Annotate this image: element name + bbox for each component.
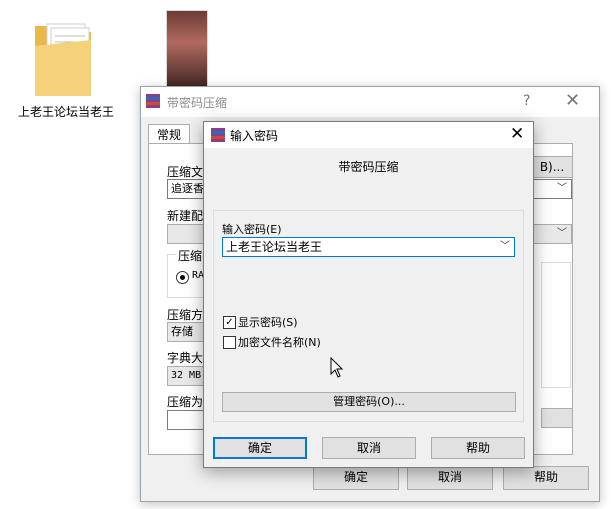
volume-field[interactable] <box>167 410 206 430</box>
archive-name-label: 压缩文 <box>167 165 204 179</box>
archive-window-title: 带密码压缩 <box>167 96 228 110</box>
help-button[interactable]: 帮助 <box>431 437 525 459</box>
encrypt-names-label: 加密文件名称(N) <box>238 336 321 349</box>
folder-label: 上老王论坛当老王 <box>18 105 115 119</box>
show-password-checkbox[interactable]: ✓ <box>223 316 236 329</box>
image-thumbnail[interactable] <box>166 10 208 90</box>
mouse-pointer-icon <box>330 356 344 382</box>
winrar-icon <box>145 93 161 109</box>
dictionary-label: 字典大 <box>167 351 204 365</box>
dialog-titlebar: 输入密码 ✕ <box>204 122 533 148</box>
profile-label: 新建配 <box>167 209 204 223</box>
organize-passwords-button[interactable]: 管理密码(O)... <box>222 392 516 412</box>
format-label: 压缩 <box>176 247 205 264</box>
password-label: 输入密码(E) <box>222 223 282 236</box>
options-listbox[interactable] <box>541 262 571 388</box>
dialog-heading: 带密码压缩 <box>338 160 399 174</box>
winrar-icon <box>210 127 226 143</box>
folder-icon[interactable] <box>33 16 95 100</box>
ok-button-back[interactable]: 确定 <box>313 466 399 490</box>
dialog-title: 输入密码 <box>230 129 279 143</box>
chevron-down-icon[interactable]: ﹀ <box>557 180 567 198</box>
close-icon[interactable]: ✕ <box>510 124 524 144</box>
archive-window-titlebar: 带密码压缩 ? ✕ <box>141 87 599 117</box>
browse-button[interactable]: B)... <box>531 156 573 178</box>
chevron-down-icon[interactable]: ﹀ <box>557 225 567 243</box>
encrypt-names-checkbox[interactable] <box>223 336 236 349</box>
tab-general[interactable]: 常规 <box>148 124 190 145</box>
password-dialog: 输入密码 ✕ 带密码压缩 输入密码(E) 上老王论坛当老王 ﹀ ✓ 显示密码(S… <box>203 121 534 468</box>
checkmark-icon: ✓ <box>225 317 234 328</box>
password-group: 输入密码(E) 上老王论坛当老王 ﹀ ✓ 显示密码(S) 加密文件名称(N) 管… <box>213 210 524 422</box>
cancel-button[interactable]: 取消 <box>322 437 416 459</box>
show-password-label: 显示密码(S) <box>238 316 298 329</box>
method-label: 压缩方 <box>167 308 204 322</box>
chevron-down-icon[interactable]: ﹀ <box>500 238 510 256</box>
help-icon[interactable]: ? <box>523 93 530 109</box>
volume-label: 压缩为 <box>167 395 204 409</box>
password-value: 上老王论坛当老王 <box>226 240 323 254</box>
method-select[interactable]: 存储 <box>167 322 206 342</box>
help-button-back[interactable]: 帮助 <box>503 466 589 490</box>
format-radio[interactable] <box>176 271 189 284</box>
cancel-button-back[interactable]: 取消 <box>407 466 493 490</box>
options-button[interactable] <box>541 408 573 428</box>
archive-name-value: 追逐香 <box>171 182 204 195</box>
password-input[interactable]: 上老王论坛当老王 ﹀ <box>222 237 515 257</box>
ok-button[interactable]: 确定 <box>213 437 307 459</box>
dictionary-select[interactable]: 32 MB <box>167 366 206 386</box>
close-icon[interactable]: ✕ <box>565 90 580 111</box>
